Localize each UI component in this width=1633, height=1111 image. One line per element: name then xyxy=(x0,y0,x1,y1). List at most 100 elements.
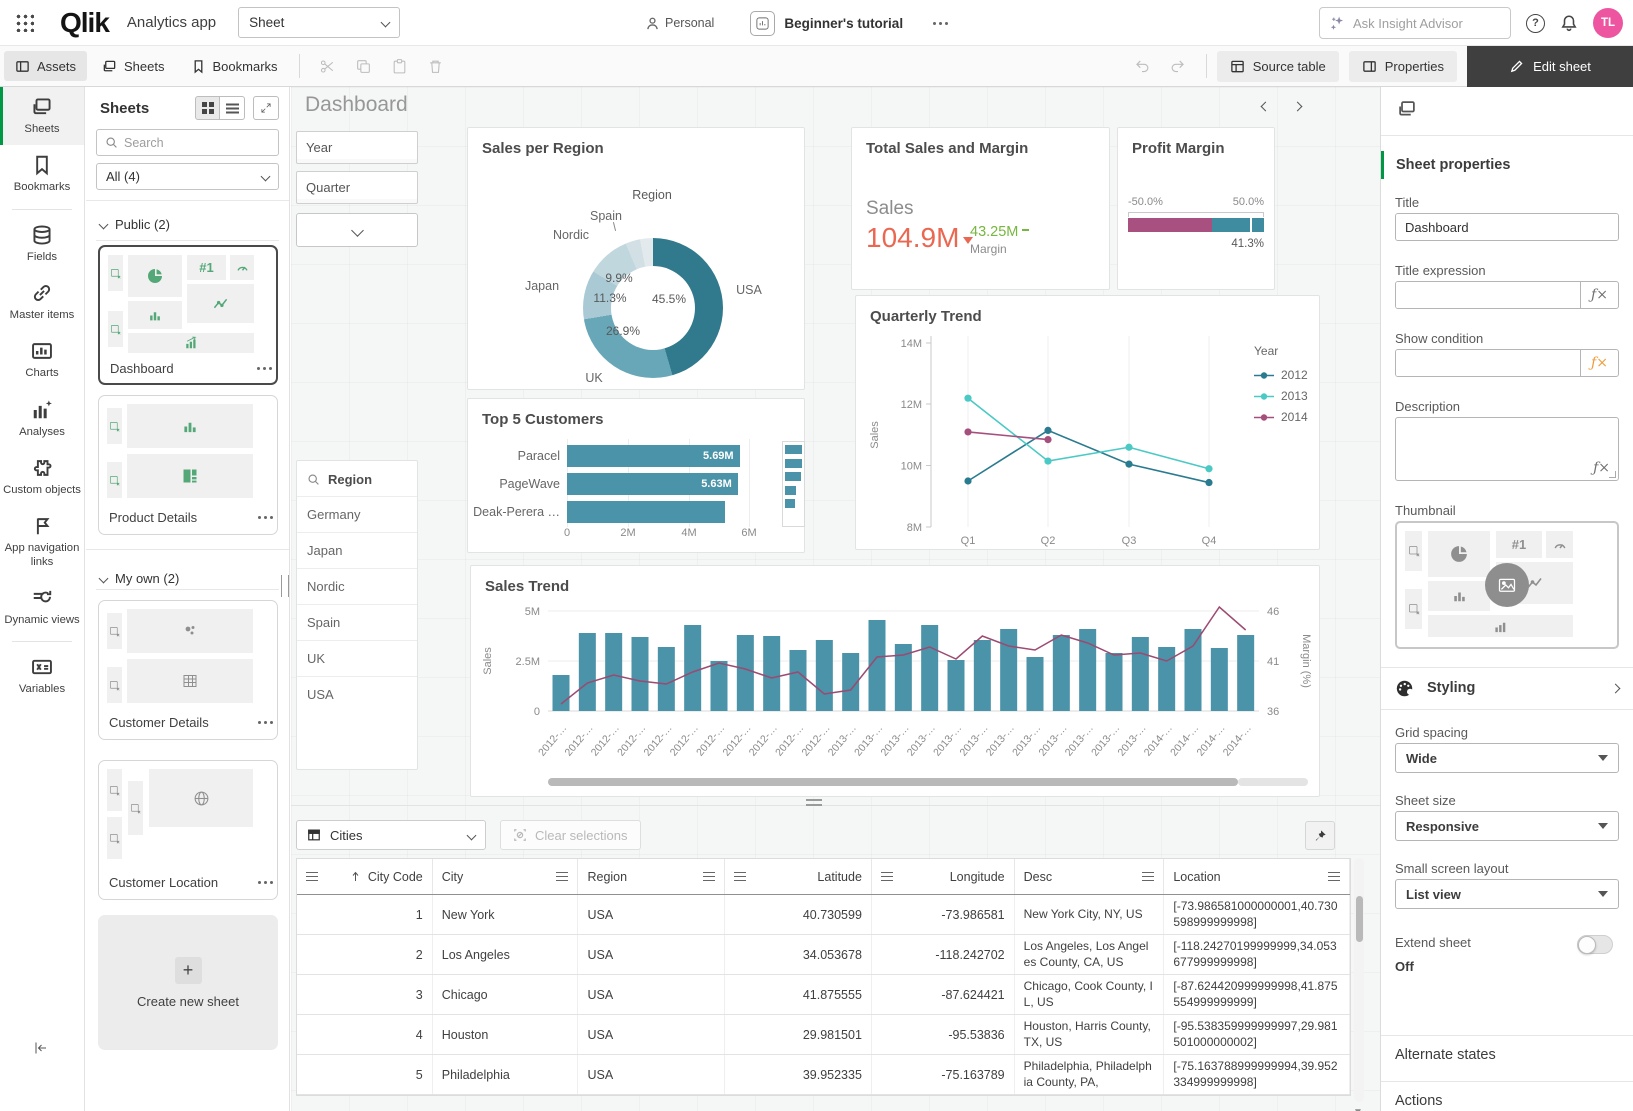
thumbnail-preview[interactable]: #1 xyxy=(1395,521,1619,649)
region-filter-item[interactable]: Japan xyxy=(297,532,417,568)
tab-bookmarks[interactable]: Bookmarks xyxy=(180,51,289,81)
tab-assets[interactable]: Assets xyxy=(4,51,87,81)
more-icon[interactable] xyxy=(264,721,267,724)
sheet-card-customer-location[interactable]: Customer Location xyxy=(98,760,278,900)
fx-icon[interactable]: ƒ× xyxy=(1580,350,1618,376)
show-condition-input[interactable] xyxy=(1396,350,1580,376)
styling-section[interactable]: Styling xyxy=(1381,667,1633,709)
clear-selections-button[interactable]: Clear selections xyxy=(500,820,641,850)
insight-advisor-input[interactable] xyxy=(1353,16,1483,31)
tab-sheets[interactable]: Sheets xyxy=(91,51,175,81)
prev-sheet-icon[interactable] xyxy=(1261,102,1271,112)
splitter-handle[interactable] xyxy=(806,799,822,806)
cut-icon[interactable] xyxy=(313,51,343,81)
column-menu-icon[interactable] xyxy=(556,872,568,881)
copy-icon[interactable] xyxy=(349,51,379,81)
rail-item-variables[interactable]: Variables xyxy=(0,647,84,705)
filter-quarter[interactable]: Quarter xyxy=(296,171,418,204)
search-icon[interactable] xyxy=(307,473,320,486)
grid-spacing-select[interactable]: Wide xyxy=(1395,743,1619,773)
region-filter-item[interactable]: UK xyxy=(297,640,417,676)
column-menu-icon[interactable] xyxy=(306,872,318,881)
column-menu-icon[interactable] xyxy=(1142,872,1154,881)
create-new-sheet-button[interactable]: + Create new sheet xyxy=(98,915,278,1050)
rail-item-fields[interactable]: Fields xyxy=(0,215,84,273)
table-row[interactable]: 3ChicagoUSA41.875555-87.624421Chicago, C… xyxy=(297,975,1350,1015)
extend-sheet-toggle[interactable] xyxy=(1577,935,1613,954)
horizontal-scrollbar[interactable] xyxy=(548,778,1238,786)
sheet-card-customer-details[interactable]: Customer Details xyxy=(98,600,278,740)
rail-item-sheets[interactable]: Sheets xyxy=(0,87,84,145)
legend-item[interactable]: 2013 xyxy=(1254,389,1308,403)
pin-button[interactable] xyxy=(1305,821,1335,850)
title-expression-input[interactable] xyxy=(1396,282,1580,308)
grid-view-button[interactable] xyxy=(195,96,220,120)
region-filter-item[interactable]: USA xyxy=(297,676,417,712)
title-input[interactable] xyxy=(1396,214,1618,240)
sheets-filter-dropdown[interactable]: All (4) xyxy=(96,163,279,190)
sheets-search-input[interactable] xyxy=(124,136,264,150)
fx-icon[interactable]: ƒ× xyxy=(1580,282,1618,308)
region-filter-item[interactable]: Nordic xyxy=(297,568,417,604)
bar[interactable]: 5.69M xyxy=(567,445,740,467)
delete-icon[interactable] xyxy=(421,51,451,81)
fx-icon[interactable]: ƒ× xyxy=(1593,460,1610,476)
expand-panel-button[interactable] xyxy=(253,96,279,120)
profit-margin-gauge[interactable]: Profit Margin -50.0% 50.0% 41.3% xyxy=(1117,127,1275,290)
cities-dropdown[interactable]: Cities xyxy=(296,820,486,850)
column-header-city[interactable]: City xyxy=(433,859,579,894)
alternate-states-section[interactable]: Alternate states xyxy=(1395,1047,1496,1063)
group-public[interactable]: Public (2) xyxy=(86,201,289,240)
column-header-city-code[interactable]: City Code xyxy=(297,859,433,894)
more-icon[interactable] xyxy=(263,367,266,370)
panel-resize-handle[interactable] xyxy=(281,575,289,597)
donut-chart[interactable] xyxy=(583,238,723,378)
app-launcher-icon[interactable] xyxy=(16,14,34,32)
column-header-location[interactable]: Location xyxy=(1164,859,1350,894)
title-expression-field[interactable]: ƒ× xyxy=(1395,281,1619,309)
bar[interactable] xyxy=(567,501,725,523)
cities-table[interactable]: City CodeCityRegionLatitudeLongitudeDesc… xyxy=(296,858,1351,1096)
sales-trend-chart[interactable]: Sales Trend 5M2.5M0464136SalesMargin (%)… xyxy=(470,565,1320,797)
column-header-longitude[interactable]: Longitude xyxy=(872,859,1015,894)
actions-section[interactable]: Actions xyxy=(1395,1093,1443,1109)
scroll-down-icon[interactable]: ▼ xyxy=(1353,1107,1363,1111)
column-menu-icon[interactable] xyxy=(734,872,746,881)
more-icon[interactable] xyxy=(939,22,942,25)
chart-minimap[interactable] xyxy=(782,441,805,527)
collapse-rail-icon[interactable] xyxy=(33,1040,49,1056)
avatar[interactable]: TL xyxy=(1593,8,1623,38)
legend-item[interactable]: 2014 xyxy=(1254,410,1308,424)
rail-item-master-items[interactable]: Master items xyxy=(0,273,84,331)
source-table-button[interactable]: Source table xyxy=(1217,51,1339,82)
paste-icon[interactable] xyxy=(385,51,415,81)
table-scrollbar[interactable] xyxy=(1354,858,1364,1102)
next-sheet-icon[interactable] xyxy=(1293,102,1303,112)
region-filter-listbox[interactable]: Region GermanyJapanNordicSpainUKUSA xyxy=(296,460,418,770)
help-icon[interactable]: ? xyxy=(1526,14,1545,33)
more-icon[interactable] xyxy=(264,881,267,884)
title-field[interactable] xyxy=(1395,213,1619,241)
sheet-card-dashboard[interactable]: #1 Dashboard xyxy=(98,245,278,385)
top-5-customers-chart[interactable]: Top 5 Customers 02M4M6MParacel5.69MPageW… xyxy=(467,398,805,553)
notifications-bell-icon[interactable] xyxy=(1560,14,1578,32)
table-row[interactable]: 1New YorkUSA40.730599-73.986581New York … xyxy=(297,895,1350,935)
undo-icon[interactable] xyxy=(1127,51,1157,81)
app-breadcrumb[interactable]: Beginner's tutorial xyxy=(750,11,903,36)
rail-item-analyses[interactable]: Analyses xyxy=(0,390,84,448)
column-header-region[interactable]: Region xyxy=(578,859,725,894)
sheets-search[interactable] xyxy=(96,129,279,156)
rail-item-dynamic-views[interactable]: Dynamic views xyxy=(0,578,84,636)
edit-sheet-button[interactable]: Edit sheet xyxy=(1467,46,1633,87)
column-menu-icon[interactable] xyxy=(703,872,715,881)
redo-icon[interactable] xyxy=(1163,51,1193,81)
rail-item-custom-objects[interactable]: Custom objects xyxy=(0,448,84,506)
sheet-size-select[interactable]: Responsive xyxy=(1395,811,1619,841)
filter-year[interactable]: Year xyxy=(296,131,418,164)
show-condition-field[interactable]: ƒ× xyxy=(1395,349,1619,377)
sheet-type-dropdown[interactable]: Sheet xyxy=(238,7,400,38)
filter-dropdown[interactable] xyxy=(296,213,418,247)
table-row[interactable]: 5PhiladelphiaUSA39.952335-75.163789Phila… xyxy=(297,1055,1350,1095)
column-header-latitude[interactable]: Latitude xyxy=(725,859,872,894)
total-sales-margin-kpi[interactable]: Total Sales and Margin Sales 104.9M 43.2… xyxy=(851,127,1110,290)
